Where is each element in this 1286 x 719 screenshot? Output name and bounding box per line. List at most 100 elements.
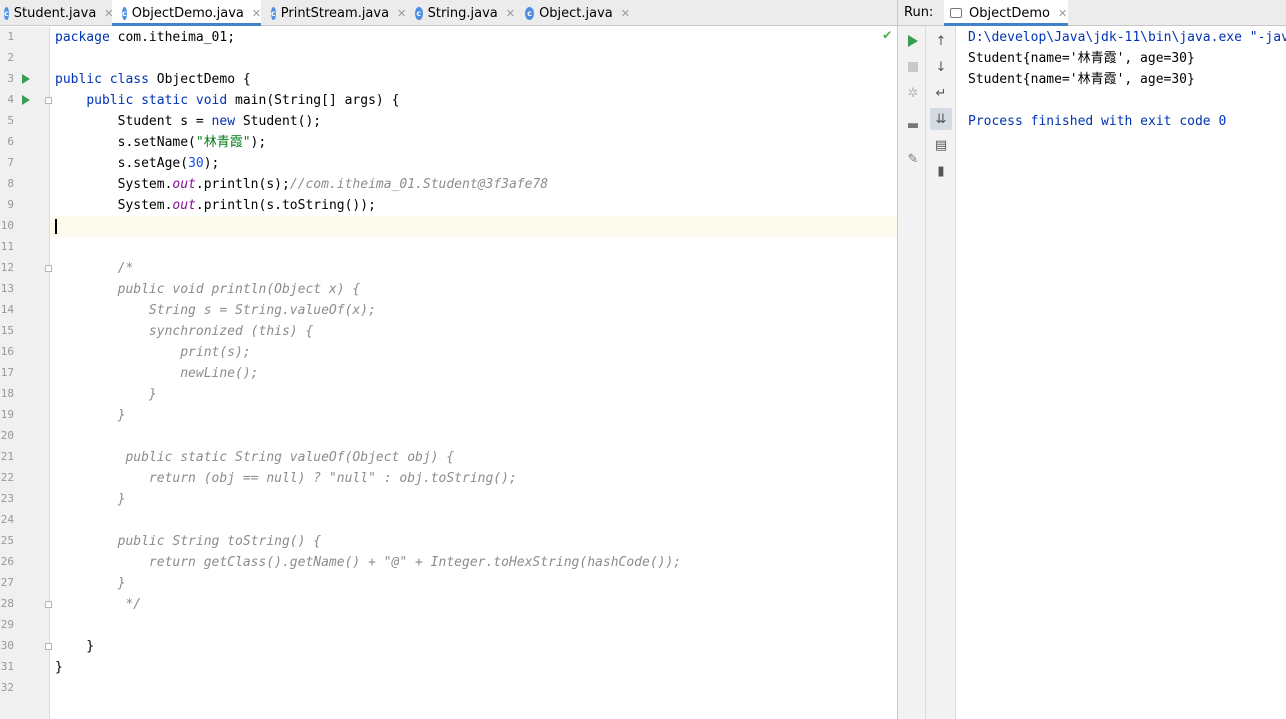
tab-label: Object.java: [539, 5, 613, 21]
editor-tab-bar: c Student.java ✕ c ObjectDemo.java ✕ c P…: [0, 0, 897, 26]
close-icon[interactable]: ✕: [252, 7, 261, 20]
up-arrow-icon[interactable]: ↑: [930, 30, 952, 52]
code-token: out: [172, 177, 196, 192]
code-token: .println(s.toString());: [195, 198, 376, 213]
class-icon: c: [271, 6, 276, 20]
code-line: }: [55, 660, 63, 675]
tab-objectdemo-java[interactable]: c ObjectDemo.java ✕: [112, 0, 261, 26]
code-line: }: [55, 492, 126, 507]
console-line: Process finished with exit code 0: [968, 114, 1227, 129]
code-line: }: [55, 387, 157, 402]
console-line: D:\develop\Java\jdk-11\bin\java.exe "-ja…: [968, 30, 1286, 45]
run-tab-objectdemo[interactable]: ObjectDemo ✕: [944, 0, 1068, 26]
stop-icon[interactable]: [902, 56, 924, 78]
line-number: 28: [0, 597, 14, 610]
code-token: s.setAge(: [55, 156, 189, 171]
class-icon: c: [415, 6, 423, 20]
code-line: }: [55, 639, 95, 654]
code-line: public class ObjectDemo {: [55, 69, 251, 90]
trash-icon[interactable]: ▮: [930, 160, 952, 182]
code-token: Student();: [235, 114, 322, 129]
down-arrow-icon[interactable]: ↓: [930, 56, 952, 78]
run-tool-window: Run: ObjectDemo ✕ ✲ ▬ ✎ ↑ ↓ ↵ ⇊ ▤ ▮ D:\d…: [897, 0, 1286, 719]
class-icon: c: [122, 6, 127, 20]
code-line: System.out.println(s);//com.itheima_01.S…: [55, 174, 548, 195]
scroll-to-end-icon[interactable]: ⇊: [930, 108, 952, 130]
layout-icon[interactable]: ▬: [902, 114, 924, 136]
code-line: s.setAge(30);: [55, 153, 220, 174]
code-line: package com.itheima_01;: [55, 27, 235, 48]
debug-icon[interactable]: ✲: [902, 82, 924, 104]
run-main-icon[interactable]: [22, 95, 30, 105]
console-icon: [950, 8, 962, 18]
line-number: 21: [0, 450, 14, 463]
pin-icon[interactable]: ✎: [902, 148, 924, 170]
line-number: 22: [0, 471, 14, 484]
code-line: }: [55, 576, 126, 591]
run-class-icon[interactable]: [22, 74, 30, 84]
code-token: com.itheima_01;: [109, 30, 236, 45]
ide-window: c Student.java ✕ c ObjectDemo.java ✕ c P…: [0, 0, 1286, 719]
rerun-icon[interactable]: [902, 30, 924, 52]
code-token: Student s =: [55, 114, 212, 129]
close-icon[interactable]: ✕: [1058, 7, 1067, 20]
code-token: "林青霞": [195, 135, 251, 150]
print-icon[interactable]: ▤: [930, 134, 952, 156]
play-icon: [908, 35, 918, 47]
line-number: 13: [0, 282, 14, 295]
code-line: System.out.println(s.toString());: [55, 195, 376, 216]
code-token: out: [172, 198, 196, 213]
run-tab-label: ObjectDemo: [969, 5, 1050, 21]
check-icon[interactable]: ✔: [883, 27, 891, 43]
console-output[interactable]: D:\develop\Java\jdk-11\bin\java.exe "-ja…: [968, 27, 1286, 719]
close-icon[interactable]: ✕: [621, 7, 630, 20]
line-number-gutter[interactable]: 1 2 3 4 5 6 7 8 9 10 11 12 13 14 15 16 1…: [0, 27, 52, 719]
code-line: return (obj == null) ? "null" : obj.toSt…: [55, 471, 517, 486]
console-line: Student{name='林青霞', age=30}: [968, 72, 1195, 87]
code-token: );: [250, 135, 267, 150]
stop-square-icon: [908, 62, 918, 72]
line-number: 31: [0, 660, 14, 673]
code-line: synchronized (this) {: [55, 324, 314, 339]
code-line: public static void main(String[] args) {: [55, 90, 399, 111]
code-line: s.setName("林青霞");: [55, 132, 267, 153]
code-line: /*: [55, 261, 134, 276]
tab-printstream-java[interactable]: c PrintStream.java ✕: [261, 0, 406, 26]
tab-object-java[interactable]: c Object.java ✕: [515, 0, 630, 26]
line-number: 3: [7, 72, 14, 85]
code-token: System.: [55, 198, 173, 213]
line-number: 14: [0, 303, 14, 316]
class-icon: c: [525, 6, 535, 20]
code-token: //com.itheima_01.Student@3f3afe78: [289, 177, 549, 192]
line-number: 11: [0, 240, 14, 253]
tab-label: ObjectDemo.java: [131, 5, 244, 21]
code-token: s.setName(: [55, 135, 196, 150]
line-number: 27: [0, 576, 14, 589]
code-token: new: [211, 114, 236, 129]
class-icon: c: [4, 6, 9, 20]
code-line: return getClass().getName() + "@" + Inte…: [55, 555, 682, 570]
run-header: Run: ObjectDemo ✕: [898, 0, 1286, 26]
code-line: public String toString() {: [55, 534, 322, 549]
line-number: 29: [0, 618, 14, 631]
soft-wrap-icon[interactable]: ↵: [930, 82, 952, 104]
line-number: 7: [7, 156, 14, 169]
line-number: 12: [0, 261, 14, 274]
code-token: main(String[] args) {: [227, 93, 400, 108]
console-line: Student{name='林青霞', age=30}: [968, 51, 1195, 66]
close-icon[interactable]: ✕: [506, 7, 515, 20]
code-token: public static void: [86, 93, 228, 108]
code-line: String s = String.valueOf(x);: [55, 303, 376, 318]
tab-string-java[interactable]: c String.java ✕: [405, 0, 515, 26]
code-line: }: [55, 408, 126, 423]
line-number: 9: [7, 198, 14, 211]
line-number: 5: [7, 114, 14, 127]
run-toolbar-right: ↑ ↓ ↵ ⇊ ▤ ▮: [926, 26, 956, 719]
code-token: public class: [55, 72, 149, 87]
line-number: 23: [0, 492, 14, 505]
code-editor[interactable]: ✔ package com.itheima_01; public class O…: [50, 27, 897, 719]
code-token: System.: [55, 177, 173, 192]
tab-student-java[interactable]: c Student.java ✕: [0, 0, 114, 26]
line-number: 25: [0, 534, 14, 547]
